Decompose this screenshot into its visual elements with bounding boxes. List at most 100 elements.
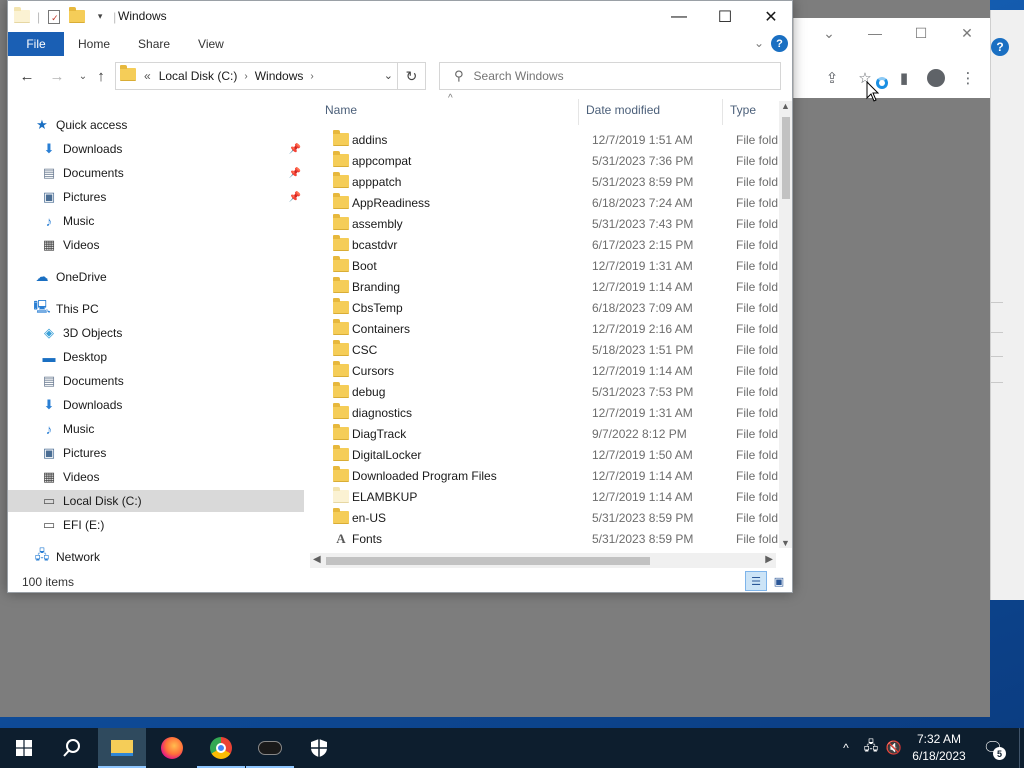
breadcrumb-overflow[interactable]: « <box>144 69 151 83</box>
column-divider[interactable] <box>578 99 579 125</box>
column-name[interactable]: Name <box>325 103 357 117</box>
title-bar[interactable]: | ✓ ▾ | Windows — ☐ ✕ <box>8 1 792 32</box>
customize-toolbar-icon[interactable]: ▾ <box>91 8 109 26</box>
table-row[interactable]: A Fonts 5/31/2023 8:59 PM File folder <box>313 528 778 549</box>
nav-music-pc[interactable]: ♪ Music <box>8 418 304 440</box>
nav-documents[interactable]: ▤ Documents <box>8 370 304 392</box>
scroll-down-arrow-icon[interactable]: ▼ <box>781 538 790 548</box>
pin-icon[interactable]: 📌 <box>289 144 301 155</box>
help-icon[interactable]: ? <box>771 35 788 52</box>
properties-icon[interactable]: ✓ <box>45 8 63 26</box>
scroll-right-arrow-icon[interactable]: ▶ <box>765 554 773 565</box>
show-desktop-button[interactable] <box>1019 728 1024 768</box>
nav-desktop[interactable]: ▬ Desktop <box>8 346 304 368</box>
network-tray-icon[interactable]: 🖧 <box>862 728 880 768</box>
maximize-icon[interactable]: ☐ <box>898 18 944 48</box>
horizontal-scrollbar[interactable]: ◀ ▶ <box>310 553 776 568</box>
back-arrow-icon[interactable]: ← <box>16 65 38 87</box>
app-taskbar-button[interactable] <box>246 728 294 768</box>
nav-3d-objects[interactable]: ◈ 3D Objects <box>8 322 304 344</box>
large-icons-view-icon[interactable]: ▣ <box>769 572 789 590</box>
firefox-taskbar-button[interactable] <box>148 728 196 768</box>
forward-arrow-icon[interactable]: → <box>46 65 68 87</box>
table-row[interactable]: CSC 5/18/2023 1:51 PM File folder <box>313 339 778 360</box>
new-folder-icon[interactable] <box>68 7 86 26</box>
pin-icon[interactable]: 📌 <box>289 168 301 179</box>
search-input[interactable] <box>473 69 754 83</box>
horizontal-scroll-thumb[interactable] <box>326 557 650 565</box>
profile-icon[interactable] <box>924 66 948 90</box>
nav-pictures[interactable]: ▣ Pictures <box>8 442 304 464</box>
share-icon[interactable]: ⇪ <box>820 66 844 90</box>
nav-pictures-pinned[interactable]: ▣ Pictures 📌 <box>8 186 304 208</box>
tab-share[interactable]: Share <box>124 32 184 56</box>
nav-network[interactable]: 🖧 Network <box>8 546 304 568</box>
nav-videos-pc[interactable]: ▦ Videos <box>8 466 304 488</box>
tab-home[interactable]: Home <box>64 32 124 56</box>
search-box[interactable]: ⚲ <box>439 62 781 90</box>
start-button[interactable] <box>0 728 48 768</box>
menu-kebab-icon[interactable]: ⋮ <box>956 66 980 90</box>
minimize-icon[interactable]: — <box>852 18 898 48</box>
file-explorer-taskbar-button[interactable] <box>98 728 146 768</box>
expand-ribbon-chevron-icon[interactable]: ⌄ <box>754 36 764 50</box>
address-bar[interactable]: « Local Disk (C:) › Windows › ⌄ ↻ <box>115 62 426 90</box>
table-row[interactable]: DigitalLocker 12/7/2019 1:50 AM File folde… <box>313 444 778 465</box>
close-icon[interactable]: ✕ <box>944 18 990 48</box>
nav-downloads[interactable]: ⬇ Downloads <box>8 394 304 416</box>
nav-videos[interactable]: ▦ Videos <box>8 234 304 256</box>
clock[interactable]: 7:32 AM 6/18/2023 <box>905 731 973 765</box>
help-icon[interactable]: ? <box>991 38 1009 56</box>
nav-this-pc[interactable]: 🖳 This PC <box>8 298 304 320</box>
breadcrumb-chevron-icon[interactable]: › <box>244 71 247 82</box>
breadcrumb-local-disk[interactable]: Local Disk (C:) <box>159 69 238 83</box>
breadcrumb-windows[interactable]: Windows <box>255 69 304 83</box>
show-hidden-icons-chevron-icon[interactable]: ^ <box>838 728 854 768</box>
table-row[interactable]: Cursors 12/7/2019 1:14 AM File folder <box>313 360 778 381</box>
table-row[interactable]: AppReadiness 6/18/2023 7:24 AM File folder <box>313 192 778 213</box>
column-divider[interactable] <box>722 99 723 125</box>
table-row[interactable]: addins 12/7/2019 1:51 AM File folder <box>313 129 778 150</box>
pin-icon[interactable]: 📌 <box>289 192 301 203</box>
nav-music[interactable]: ♪ Music <box>8 210 304 232</box>
nav-documents-pinned[interactable]: ▤ Documents 📌 <box>8 162 304 184</box>
volume-muted-icon[interactable]: 🔇 <box>885 728 903 768</box>
table-row[interactable]: diagnostics 12/7/2019 1:31 AM File folder <box>313 402 778 423</box>
tab-file[interactable]: File <box>8 32 64 56</box>
close-button[interactable]: ✕ <box>748 1 792 32</box>
table-row[interactable]: Branding 12/7/2019 1:14 AM File folder <box>313 276 778 297</box>
column-date-modified[interactable]: Date modified <box>586 103 660 117</box>
vertical-scroll-thumb[interactable] <box>782 117 790 199</box>
table-row[interactable]: Containers 12/7/2019 2:16 AM File folder <box>313 318 778 339</box>
nav-local-disk-c[interactable]: ▭ Local Disk (C:) <box>8 490 304 512</box>
table-row[interactable]: CbsTemp 6/18/2023 7:09 AM File folder <box>313 297 778 318</box>
table-row[interactable]: DiagTrack 9/7/2022 8:12 PM File folder <box>313 423 778 444</box>
table-row[interactable]: apppatch 5/31/2023 8:59 PM File folder <box>313 171 778 192</box>
refresh-icon[interactable]: ↻ <box>397 63 425 89</box>
maximize-button[interactable]: ☐ <box>702 1 748 32</box>
chrome-taskbar-button[interactable] <box>197 728 245 768</box>
table-row[interactable]: Downloaded Program Files 12/7/2019 1:14 A… <box>313 465 778 486</box>
scroll-left-arrow-icon[interactable]: ◀ <box>313 554 321 565</box>
table-row[interactable]: en-US 5/31/2023 8:59 PM File folder <box>313 507 778 528</box>
security-taskbar-button[interactable] <box>295 728 343 768</box>
address-history-chevron-icon[interactable]: ⌄ <box>384 69 393 82</box>
scroll-up-arrow-icon[interactable]: ▲ <box>781 101 790 111</box>
vertical-scrollbar[interactable]: ▲ ▼ <box>779 101 792 548</box>
nav-onedrive[interactable]: ☁ OneDrive <box>8 266 304 288</box>
search-taskbar-button[interactable] <box>48 728 96 768</box>
table-row[interactable]: Boot 12/7/2019 1:31 AM File folder <box>313 255 778 276</box>
table-row[interactable]: debug 5/31/2023 7:53 PM File folder <box>313 381 778 402</box>
up-arrow-icon[interactable]: ↑ <box>90 65 112 87</box>
table-row[interactable]: appcompat 5/31/2023 7:36 PM File folder <box>313 150 778 171</box>
table-row[interactable]: assembly 5/31/2023 7:43 PM File folder <box>313 213 778 234</box>
column-type[interactable]: Type <box>730 103 756 117</box>
file-explorer-window[interactable]: | ✓ ▾ | Windows — ☐ ✕ File Home Share Vi… <box>7 0 793 593</box>
table-row[interactable]: bcastdvr 6/17/2023 2:15 PM File folder <box>313 234 778 255</box>
breadcrumb-chevron-icon[interactable]: › <box>310 71 313 82</box>
nav-quick-access[interactable]: ★ Quick access <box>8 114 304 136</box>
chevron-down-icon[interactable]: ⌄ <box>806 18 852 48</box>
nav-efi-e[interactable]: ▭ EFI (E:) <box>8 514 304 536</box>
minimize-button[interactable]: — <box>656 1 702 32</box>
table-row[interactable]: ELAMBKUP 12/7/2019 1:14 AM File folder <box>313 486 778 507</box>
